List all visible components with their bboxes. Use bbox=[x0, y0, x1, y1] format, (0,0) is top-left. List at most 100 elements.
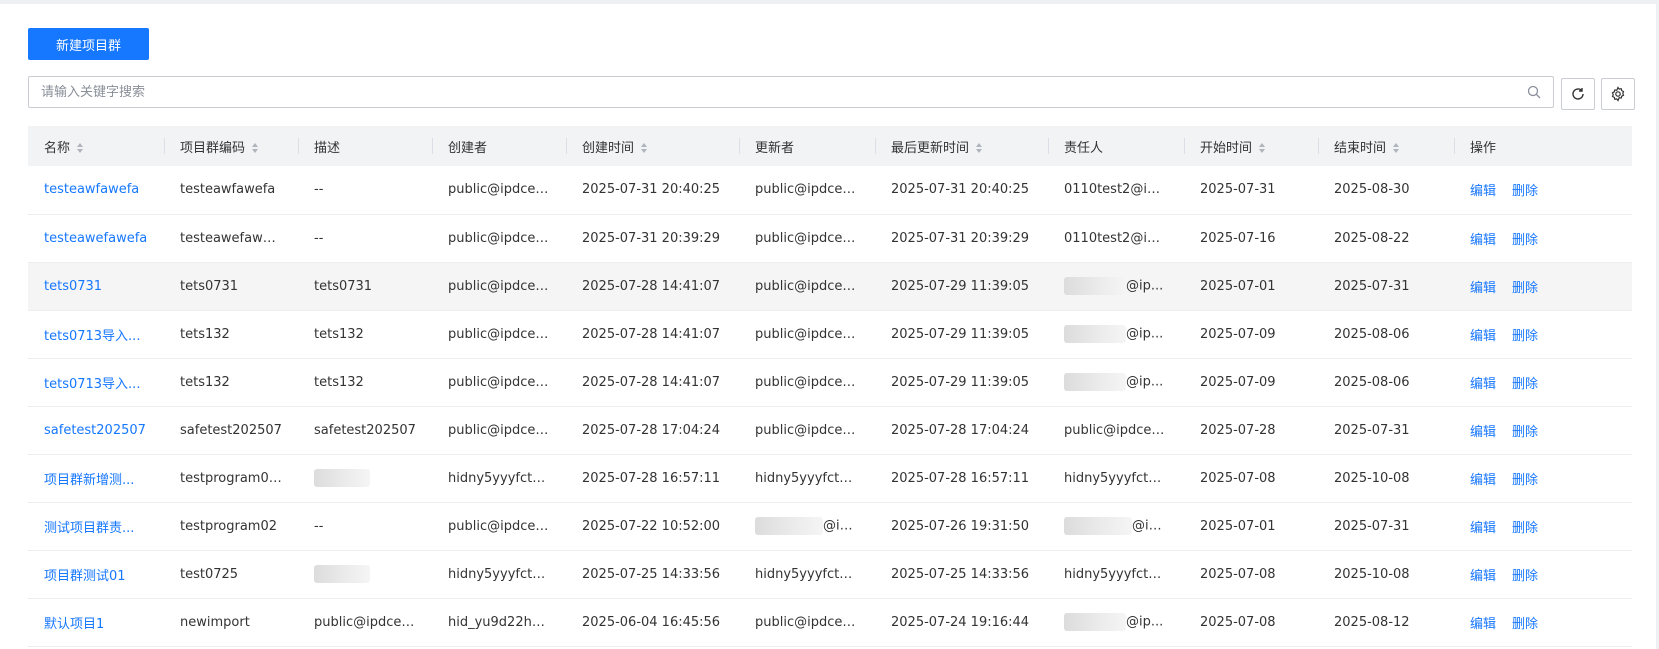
cell-name[interactable]: 默认项目1 bbox=[28, 598, 164, 647]
table-row[interactable]: 项目群新增测... testprogram00... hidny5yyyfctw8.… bbox=[28, 454, 1632, 503]
delete-link[interactable]: 删除 bbox=[1512, 425, 1538, 440]
table-row[interactable]: 测试项目群责... testprogram02 -- public@ipdcen...… bbox=[28, 502, 1632, 551]
cell-text: tets132 bbox=[314, 326, 364, 342]
table-row[interactable]: testeawefawefa testeawefawefa -- public@ipd… bbox=[28, 214, 1632, 263]
cell-text[interactable]: safetest202507 bbox=[44, 423, 146, 438]
column-header-updated[interactable]: 最后更新时间 bbox=[875, 126, 1048, 166]
cell-end: 2025-08-22 bbox=[1318, 214, 1454, 263]
delete-link[interactable]: 删除 bbox=[1512, 617, 1538, 632]
edit-link[interactable]: 编辑 bbox=[1470, 329, 1496, 344]
cell-code: test0725 bbox=[164, 550, 298, 599]
cell-text: 2025-07-28 14:41:07 bbox=[582, 374, 721, 390]
edit-link[interactable]: 编辑 bbox=[1470, 473, 1496, 488]
edit-link[interactable]: 编辑 bbox=[1470, 617, 1496, 632]
column-header-end[interactable]: 结束时间 bbox=[1318, 126, 1454, 166]
cell-created: 2025-07-28 14:41:07 bbox=[566, 262, 739, 311]
cell-name[interactable]: safetest202507 bbox=[28, 406, 164, 455]
cell-text: 2025-07-31 bbox=[1200, 182, 1276, 198]
delete-link[interactable]: 删除 bbox=[1512, 473, 1538, 488]
cell-created: 2025-07-22 10:52:00 bbox=[566, 502, 739, 551]
cell-start: 2025-07-09 bbox=[1184, 310, 1318, 359]
sort-icon[interactable] bbox=[1392, 142, 1400, 154]
column-header-label: 最后更新时间 bbox=[891, 140, 970, 156]
cell-name[interactable]: testeawefawefa bbox=[28, 214, 164, 263]
edit-link[interactable]: 编辑 bbox=[1470, 377, 1496, 392]
sort-icon[interactable] bbox=[76, 142, 84, 154]
column-separator bbox=[298, 138, 299, 154]
cell-start: 2025-07-08 bbox=[1184, 598, 1318, 647]
cell-text: safetest202507 bbox=[180, 422, 282, 438]
delete-link[interactable]: 删除 bbox=[1512, 184, 1538, 199]
cell-text: 2025-07-28 17:04:24 bbox=[582, 422, 721, 438]
cell-start: 2025-07-09 bbox=[1184, 358, 1318, 407]
column-header-name[interactable]: 名称 bbox=[28, 126, 164, 166]
column-header-start[interactable]: 开始时间 bbox=[1184, 126, 1318, 166]
column-header-label: 开始时间 bbox=[1200, 140, 1253, 156]
cell-name[interactable]: testeawfawefa bbox=[28, 166, 164, 215]
new-program-group-button[interactable]: 新建项目群 bbox=[28, 28, 149, 60]
cell-text: hidny5yyyfctw8... bbox=[448, 566, 564, 582]
cell-text[interactable]: testeawfawefa bbox=[44, 182, 139, 197]
column-header-code[interactable]: 项目群编码 bbox=[164, 126, 298, 166]
cell-start: 2025-07-08 bbox=[1184, 550, 1318, 599]
edit-link[interactable]: 编辑 bbox=[1470, 569, 1496, 584]
cell-text[interactable]: 测试项目群责... bbox=[44, 521, 134, 536]
table-settings-button[interactable] bbox=[1601, 78, 1635, 110]
cell-text[interactable]: tets0713导入... bbox=[44, 329, 140, 344]
cell-actions: 编辑 删除 bbox=[1454, 406, 1632, 455]
table-row[interactable]: tets0713导入... tets132 tets132 public@ipdcen… bbox=[28, 358, 1632, 407]
cell-text: safetest202507 bbox=[314, 422, 416, 438]
cell-text[interactable]: 项目群新增测... bbox=[44, 473, 134, 488]
cell-creator: hidny5yyyfctw8... bbox=[432, 454, 566, 503]
delete-link[interactable]: 删除 bbox=[1512, 329, 1538, 344]
table-row[interactable]: 项目群测试01 test0725 hidny5yyyfctw8... 2025-07-… bbox=[28, 550, 1632, 599]
cell-text[interactable]: testeawefawefa bbox=[44, 231, 147, 246]
cell-name[interactable]: 项目群测试01 bbox=[28, 550, 164, 599]
cell-text: 2025-07-25 14:33:56 bbox=[891, 566, 1030, 582]
cell-text: tets0731 bbox=[180, 278, 239, 294]
delete-link[interactable]: 删除 bbox=[1512, 569, 1538, 584]
cell-name[interactable]: 项目群新增测... bbox=[28, 454, 164, 503]
cell-text: 2025-07-08 bbox=[1200, 470, 1276, 486]
cell-text[interactable]: tets0731 bbox=[44, 279, 102, 294]
table-row[interactable]: tets0713导入... tets132 tets132 public@ipdcen… bbox=[28, 310, 1632, 359]
cell-name[interactable]: tets0713导入... bbox=[28, 310, 164, 359]
cell-text: hidny5yyyfctw... bbox=[755, 566, 862, 582]
sort-icon[interactable] bbox=[251, 142, 259, 154]
table-row[interactable]: 默认项目1 newimport public@ipdcen... hid_yu9d22… bbox=[28, 598, 1632, 647]
cell-name[interactable]: 测试项目群责... bbox=[28, 502, 164, 551]
sort-icon[interactable] bbox=[975, 142, 983, 154]
cell-text: hidny5yyyfctw8... bbox=[448, 470, 564, 486]
table-row[interactable]: safetest202507 safetest202507 safetest2025… bbox=[28, 406, 1632, 455]
edit-link[interactable]: 编辑 bbox=[1470, 281, 1496, 296]
cell-start: 2025-07-08 bbox=[1184, 454, 1318, 503]
table-row[interactable]: tets0731 tets0731 tets0731 public@ipdcen...… bbox=[28, 262, 1632, 311]
edit-link[interactable]: 编辑 bbox=[1470, 425, 1496, 440]
edit-link[interactable]: 编辑 bbox=[1470, 184, 1496, 199]
sort-icon[interactable] bbox=[640, 142, 648, 154]
delete-link[interactable]: 删除 bbox=[1512, 281, 1538, 296]
cell-name[interactable]: tets0731 bbox=[28, 262, 164, 311]
cell-text: testeawfawefa bbox=[180, 182, 276, 198]
sort-icon[interactable] bbox=[1258, 142, 1266, 154]
refresh-button[interactable] bbox=[1561, 78, 1595, 110]
search-input[interactable] bbox=[41, 77, 1521, 107]
search-icon[interactable] bbox=[1527, 85, 1541, 99]
delete-link[interactable]: 删除 bbox=[1512, 377, 1538, 392]
cell-text[interactable]: 默认项目1 bbox=[44, 617, 104, 632]
cell-text: testeawefawefa bbox=[180, 230, 284, 246]
cell-text[interactable]: tets0713导入... bbox=[44, 377, 140, 392]
table-row[interactable]: testeawfawefa testeawfawefa -- public@ipdce… bbox=[28, 166, 1632, 215]
column-header-created[interactable]: 创建时间 bbox=[566, 126, 739, 166]
cell-text: @ip... bbox=[823, 518, 861, 534]
edit-link[interactable]: 编辑 bbox=[1470, 233, 1496, 248]
delete-link[interactable]: 删除 bbox=[1512, 521, 1538, 536]
cell-code: tets132 bbox=[164, 310, 298, 359]
cell-text: 2025-07-26 19:31:50 bbox=[891, 518, 1030, 534]
cell-text: public@ipdcen... bbox=[755, 182, 864, 198]
cell-text[interactable]: 项目群测试01 bbox=[44, 569, 126, 584]
cell-code: safetest202507 bbox=[164, 406, 298, 455]
edit-link[interactable]: 编辑 bbox=[1470, 521, 1496, 536]
delete-link[interactable]: 删除 bbox=[1512, 233, 1538, 248]
cell-name[interactable]: tets0713导入... bbox=[28, 358, 164, 407]
